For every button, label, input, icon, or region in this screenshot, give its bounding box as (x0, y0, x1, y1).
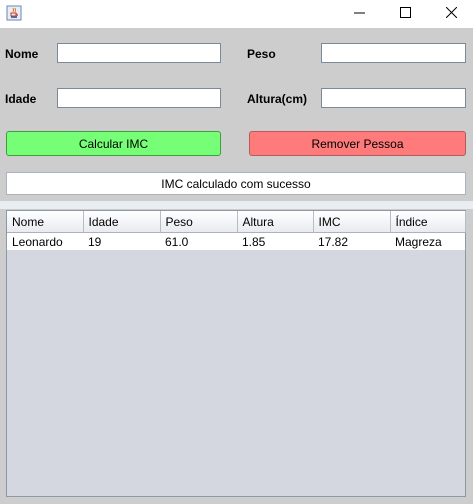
peso-field[interactable] (321, 43, 466, 63)
cell-idade[interactable]: 19 (83, 232, 160, 250)
close-icon (445, 6, 457, 21)
minimize-button[interactable] (336, 0, 382, 28)
column-header-peso[interactable]: Peso (160, 211, 238, 233)
column-header-nome[interactable]: Nome (7, 211, 84, 233)
status-text: IMC calculado com sucesso (161, 176, 311, 191)
cell-peso[interactable]: 61.0 (160, 232, 237, 250)
cell-indice[interactable]: Magreza (390, 232, 465, 250)
people-table[interactable]: Nome Idade Peso Altura IMC Índice Leonar… (6, 210, 466, 497)
column-header-altura[interactable]: Altura (237, 211, 314, 233)
peso-label: Peso (247, 47, 276, 61)
column-header-indice[interactable]: Índice (390, 211, 466, 233)
table-header-row: Nome Idade Peso Altura IMC Índice (7, 211, 466, 233)
column-header-imc[interactable]: IMC (313, 211, 391, 233)
maximize-button[interactable] (382, 0, 428, 28)
close-button[interactable] (428, 0, 473, 28)
idade-label: Idade (5, 92, 37, 106)
maximize-icon (399, 7, 411, 21)
remover-pessoa-button[interactable]: Remover Pessoa (249, 131, 466, 156)
altura-field[interactable] (321, 88, 466, 108)
table-row[interactable]: Leonardo 19 61.0 1.85 17.82 Magreza (7, 232, 465, 250)
separator-strip (0, 201, 473, 209)
title-bar (0, 0, 473, 28)
cell-nome[interactable]: Leonardo (7, 232, 83, 250)
java-cup-icon[interactable] (6, 5, 22, 21)
idade-field[interactable] (57, 88, 221, 108)
cell-imc[interactable]: 17.82 (313, 232, 390, 250)
cell-altura[interactable]: 1.85 (237, 232, 313, 250)
nome-label: Nome (5, 47, 39, 61)
minimize-icon (353, 7, 365, 21)
status-message: IMC calculado com sucesso (6, 172, 466, 195)
nome-field[interactable] (57, 43, 221, 63)
calcular-imc-button[interactable]: Calcular IMC (6, 131, 221, 156)
column-header-idade[interactable]: Idade (83, 211, 161, 233)
altura-label: Altura(cm) (247, 92, 308, 106)
